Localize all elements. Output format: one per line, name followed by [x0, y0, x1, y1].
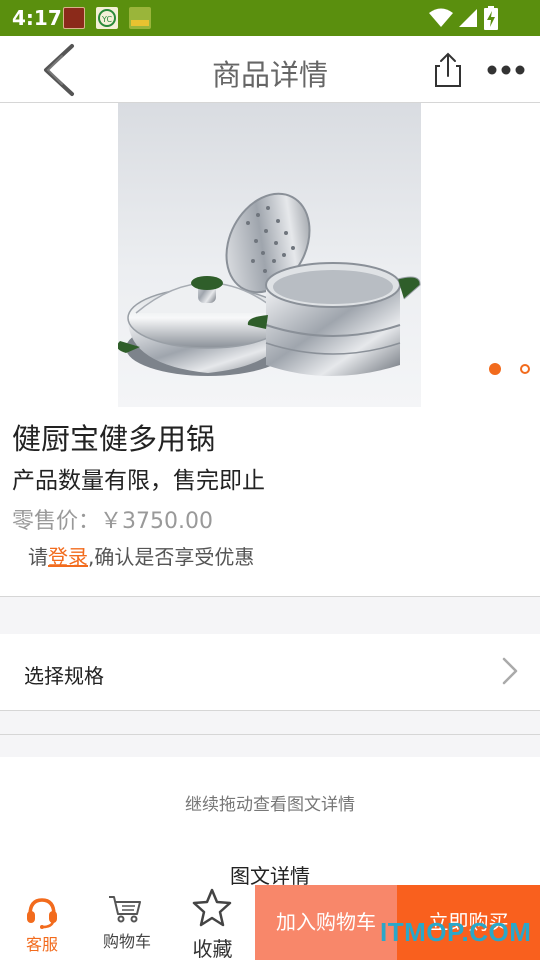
- share-icon[interactable]: [430, 52, 466, 88]
- favorite-label: 收藏: [192, 937, 233, 960]
- carousel-dot[interactable]: [520, 364, 530, 374]
- drag-for-details-hint: 继续拖动查看图文详情: [185, 795, 355, 815]
- game-app-icon: [129, 7, 151, 29]
- more-dots-icon[interactable]: [486, 60, 526, 80]
- login-link[interactable]: 登录: [48, 545, 88, 569]
- headset-icon: [27, 898, 57, 929]
- carousel-dot-active[interactable]: [489, 363, 501, 375]
- wifi-icon: [429, 8, 453, 27]
- star-icon: [192, 888, 232, 927]
- price-label: 零售价：: [12, 509, 101, 534]
- add-to-cart-button[interactable]: 加入购物车: [255, 885, 397, 960]
- section-gap: [0, 735, 540, 757]
- customer-service-label: 客服: [25, 935, 58, 954]
- signal-icon: [459, 9, 477, 27]
- customer-service-button[interactable]: 客服: [0, 885, 84, 960]
- battery-charging-icon: [484, 6, 498, 30]
- app-header: 商品详情: [0, 36, 540, 103]
- select-spec-row[interactable]: 选择规格: [0, 634, 540, 710]
- status-time: 4:17: [12, 6, 62, 30]
- shopping-cart-icon: [109, 896, 141, 923]
- cart-label: 购物车: [102, 932, 151, 951]
- product-name: 健厨宝健多用锅: [12, 422, 216, 456]
- app-notification-icon: [63, 7, 85, 29]
- site-watermark: ITMOP.COM: [380, 917, 532, 947]
- status-bar: 4:17 YC: [0, 0, 540, 36]
- svg-text:YC: YC: [101, 15, 112, 24]
- product-image[interactable]: [118, 103, 421, 407]
- chevron-right-icon: [502, 657, 518, 685]
- cookware-illustration: [118, 192, 421, 376]
- price-value: ￥3750.00: [100, 509, 213, 534]
- favorite-button[interactable]: 收藏: [170, 885, 255, 960]
- select-spec-label: 选择规格: [24, 664, 104, 688]
- login-suffix: ,确认是否享受优惠: [88, 545, 255, 569]
- login-prefix: 请: [28, 545, 48, 569]
- yc-app-icon: YC: [96, 7, 118, 29]
- section-gap: [0, 711, 540, 735]
- section-gap: [0, 597, 540, 634]
- cart-button[interactable]: 购物车: [84, 885, 170, 960]
- retail-price: 零售价：￥3750.00: [12, 503, 213, 535]
- stock-limit-note: 产品数量有限，售完即止: [12, 468, 265, 494]
- login-prompt: 请登录,确认是否享受优惠: [28, 541, 254, 570]
